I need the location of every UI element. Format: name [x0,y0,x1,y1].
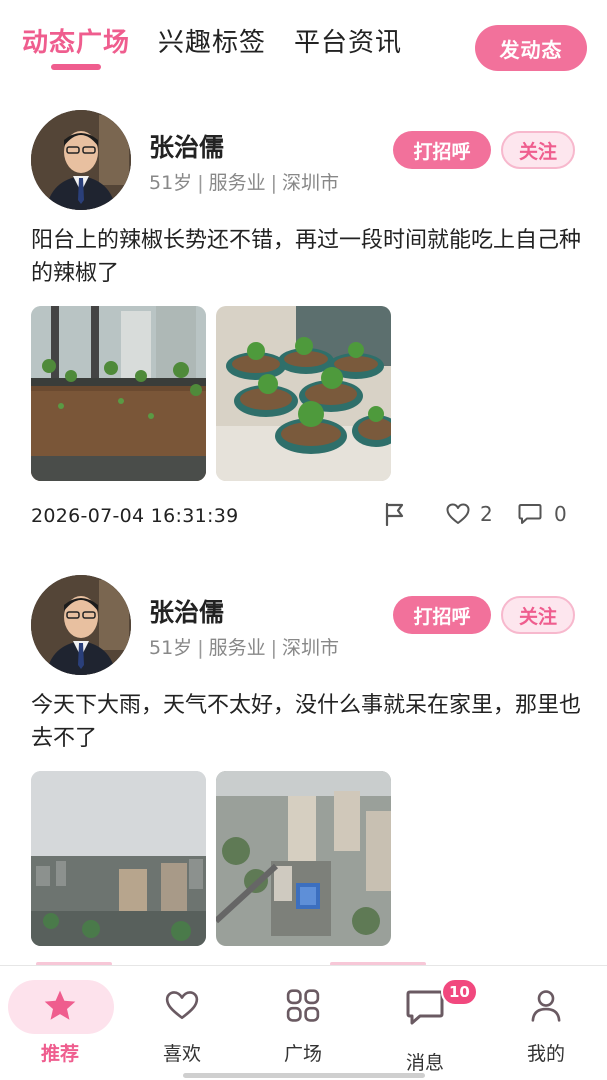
bottom-navigation: 推荐 喜欢 广场 10 消息 我的 [0,965,607,1080]
user-meta: 51岁 | 服务业 | 深圳市 [149,633,339,660]
greet-button[interactable]: 打招呼 [393,131,491,169]
nav-label: 推荐 [40,1043,79,1065]
avatar[interactable] [31,110,131,210]
unread-badge: 10 [441,978,478,1006]
nav-mine[interactable]: 我的 [491,966,601,1066]
nav-messages[interactable]: 10 消息 [370,966,480,1074]
top-tab-bar: 动态广场 兴趣标签 平台资讯 发动态 [0,0,607,92]
separator: | [197,172,204,194]
user-age: 51岁 [149,637,193,659]
like-count: 2 [480,502,493,526]
tab-dynamic-square[interactable]: 动态广场 [22,22,130,59]
cloudy-city-skyline-photo[interactable] [31,771,206,946]
nav-like[interactable]: 喜欢 [127,966,237,1066]
report-button[interactable] [384,502,406,526]
separator: | [197,637,204,659]
nav-label: 广场 [283,1043,322,1065]
tab-interest-tags[interactable]: 兴趣标签 [158,22,266,59]
balcony-planter-chili-photo[interactable] [31,306,206,481]
avatar[interactable] [31,575,131,675]
post-timestamp: 2026-07-04 16:31:39 [31,505,239,527]
user-age: 51岁 [149,172,193,194]
nav-square[interactable]: 广场 [248,966,358,1066]
star-icon [44,990,76,1020]
nav-label: 消息 [405,1052,444,1074]
user-industry: 服务业 [208,172,266,194]
comment-button[interactable]: 0 [518,502,567,526]
user-city: 深圳市 [282,637,340,659]
follow-button[interactable]: 关注 [501,596,575,634]
separator: | [270,172,278,194]
home-indicator [183,1073,425,1078]
nav-label: 我的 [526,1043,565,1065]
flag-icon [385,502,404,526]
nav-recommend[interactable]: 推荐 [5,966,115,1066]
heart-icon [446,503,470,524]
user-icon [531,990,561,1022]
user-city: 深圳市 [282,172,340,194]
nav-label: 喜欢 [162,1043,201,1065]
active-tab-indicator [51,64,101,70]
user-name[interactable]: 张治儒 [149,593,224,629]
like-button[interactable]: 2 [446,502,493,526]
user-name[interactable]: 张治儒 [149,128,224,164]
comment-icon [518,504,542,524]
greet-button[interactable]: 打招呼 [393,596,491,634]
comment-count: 0 [554,502,567,526]
separator: | [270,637,278,659]
post-content: 今天下大雨，天气不太好，没什么事就呆在家里，那里也去不了 [31,693,582,751]
message-icon [406,990,444,1025]
city-aerial-view-photo[interactable] [216,771,391,946]
user-industry: 服务业 [208,637,266,659]
user-meta: 51岁 | 服务业 | 深圳市 [149,168,339,195]
follow-button[interactable]: 关注 [501,131,575,169]
potted-chili-plants-photo[interactable] [216,306,391,481]
post-content: 阳台上的辣椒长势还不错，再过一段时间就能吃上自己种的辣椒了 [31,228,582,286]
heart-icon [165,991,199,1020]
grid-icon [286,989,320,1022]
post-dynamic-button[interactable]: 发动态 [475,25,587,71]
tab-platform-news[interactable]: 平台资讯 [294,22,402,59]
